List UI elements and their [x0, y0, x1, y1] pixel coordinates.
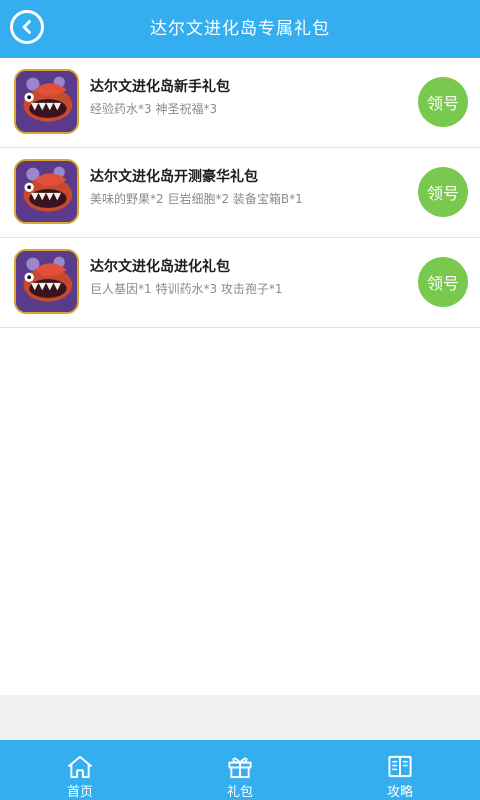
book-icon: [388, 755, 412, 778]
gift-title: 达尔文进化岛进化礼包: [90, 259, 230, 275]
gift-item: 达尔文进化岛开测豪华礼包 美味的野果*2 巨岩细胞*2 装备宝箱B*1 领号: [0, 148, 480, 238]
footer-spacer: [0, 695, 480, 740]
game-icon: [14, 69, 79, 134]
tab-gift[interactable]: 礼包: [160, 740, 320, 800]
tab-label: 礼包: [226, 785, 253, 800]
gift-description: 美味的野果*2 巨岩细胞*2 装备宝箱B*1: [90, 192, 303, 206]
gift-list: 达尔文进化岛新手礼包 经验药水*3 神圣祝福*3 领号 达尔文进化岛开测豪华礼包…: [0, 58, 480, 328]
game-icon: [14, 159, 79, 224]
gift-description: 经验药水*3 神圣祝福*3: [90, 102, 218, 116]
page-title: 达尔文进化岛专属礼包: [150, 19, 330, 39]
tab-home[interactable]: 首页: [0, 740, 160, 800]
gift-item: 达尔文进化岛进化礼包 巨人基因*1 特训药水*3 攻击孢子*1 领号: [0, 238, 480, 328]
gift-description: 巨人基因*1 特训药水*3 攻击孢子*1: [90, 282, 283, 296]
gift-icon: [228, 757, 252, 779]
header-bar: 达尔文进化岛专属礼包: [0, 0, 480, 58]
tab-guide[interactable]: 攻略: [320, 740, 480, 800]
gift-item: 达尔文进化岛新手礼包 经验药水*3 神圣祝福*3 领号: [0, 58, 480, 148]
game-icon: [14, 249, 79, 314]
claim-button[interactable]: 领号: [418, 167, 468, 217]
gift-title: 达尔文进化岛新手礼包: [90, 79, 230, 95]
tab-label: 攻略: [386, 785, 413, 800]
tab-label: 首页: [66, 785, 93, 800]
claim-button[interactable]: 领号: [418, 257, 468, 307]
home-icon: [67, 755, 93, 779]
claim-button[interactable]: 领号: [418, 77, 468, 127]
bottom-tab-bar: 首页 礼包 攻略: [0, 740, 480, 800]
gift-title: 达尔文进化岛开测豪华礼包: [90, 169, 258, 185]
